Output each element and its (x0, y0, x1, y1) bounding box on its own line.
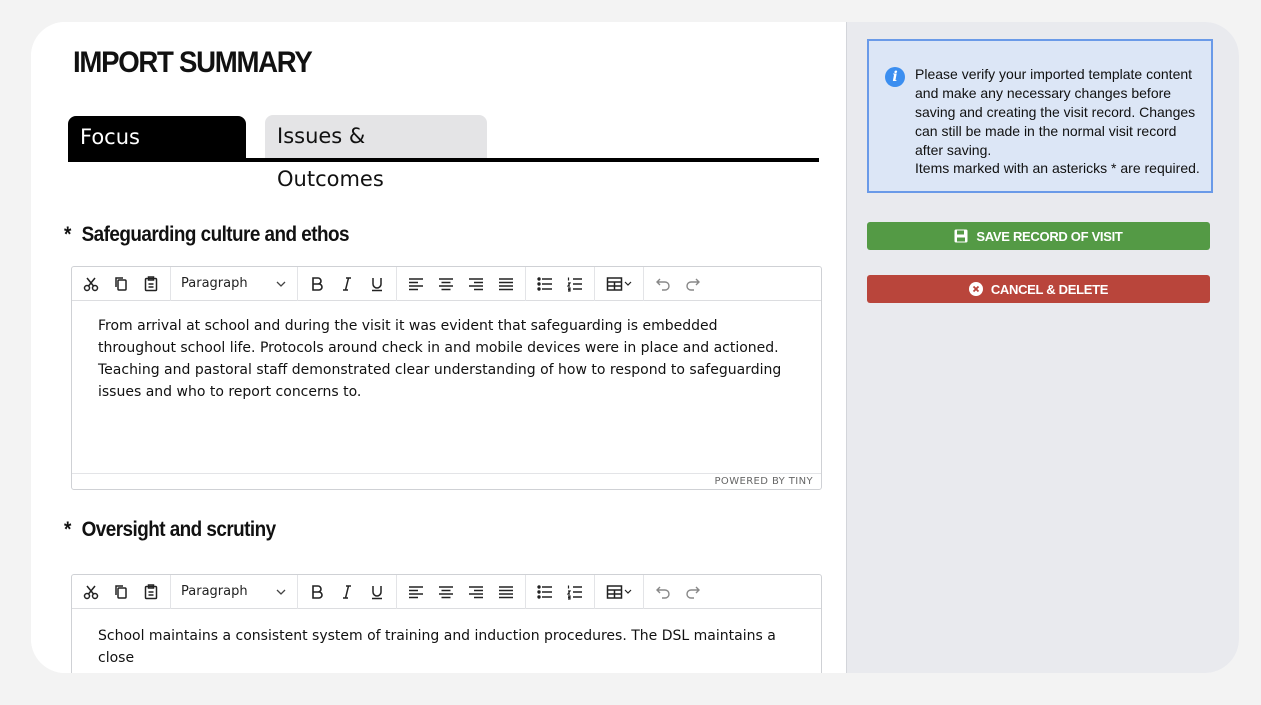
chevron-down-icon (276, 589, 286, 595)
section-label: Oversight and scrutiny (81, 518, 277, 541)
list-group (526, 574, 595, 609)
copy-icon[interactable] (106, 578, 136, 606)
tab-issues-outcomes[interactable]: Issues & Outcomes (265, 115, 487, 191)
sidebar-panel: i Please verify your imported template c… (846, 22, 1239, 673)
redo-icon[interactable] (678, 578, 708, 606)
redo-icon[interactable] (678, 270, 708, 298)
undo-icon[interactable] (648, 270, 678, 298)
rich-text-editor-safeguarding: Paragraph From arrival at school and dur… (71, 266, 822, 490)
import-summary-card: IMPORT SUMMARY Focus Sections Issues & O… (31, 22, 1239, 673)
main-panel: IMPORT SUMMARY Focus Sections Issues & O… (31, 22, 846, 673)
history-group (644, 575, 712, 609)
floppy-disk-icon (954, 229, 968, 243)
align-left-icon[interactable] (401, 578, 431, 606)
table-icon[interactable] (599, 578, 639, 606)
bullet-list-icon[interactable] (530, 270, 560, 298)
section-label: Safeguarding culture and ethos (81, 223, 350, 246)
cancel-delete-button[interactable]: CANCEL & DELETE (867, 275, 1210, 303)
rich-text-editor-oversight: Paragraph School maintains a consistent … (71, 574, 822, 673)
italic-icon[interactable] (332, 270, 362, 298)
align-group (397, 266, 526, 301)
info-text: Please verify your imported template con… (915, 66, 1196, 158)
clipboard-group (72, 266, 171, 301)
italic-icon[interactable] (332, 578, 362, 606)
cancel-delete-label: CANCEL & DELETE (990, 281, 1109, 297)
cut-icon[interactable] (76, 578, 106, 606)
block-format-select[interactable]: Paragraph (175, 578, 293, 606)
editor-content-oversight[interactable]: School maintains a consistent system of … (72, 609, 821, 673)
undo-icon[interactable] (648, 578, 678, 606)
clipboard-group (72, 574, 171, 609)
bold-icon[interactable] (302, 270, 332, 298)
style-group (298, 574, 397, 609)
required-marker: * (64, 518, 71, 541)
editor-content-safeguarding[interactable]: From arrival at school and during the vi… (72, 301, 821, 417)
block-format-value: Paragraph (181, 584, 248, 599)
save-record-button[interactable]: SAVE RECORD OF VISIT (867, 222, 1210, 250)
format-group: Paragraph (171, 266, 298, 301)
block-format-select[interactable]: Paragraph (175, 270, 293, 298)
align-left-icon[interactable] (401, 270, 431, 298)
align-center-icon[interactable] (431, 578, 461, 606)
style-group (298, 266, 397, 301)
history-group (644, 267, 712, 301)
paste-icon[interactable] (136, 270, 166, 298)
copy-icon[interactable] (106, 270, 136, 298)
editor-toolbar: Paragraph (72, 574, 821, 609)
bullet-list-icon[interactable] (530, 578, 560, 606)
align-group (397, 574, 526, 609)
page-title: IMPORT SUMMARY (73, 46, 313, 79)
align-right-icon[interactable] (461, 578, 491, 606)
info-icon: i (885, 67, 905, 87)
tab-bar: Focus Sections Issues & Outcomes (68, 115, 819, 192)
format-group: Paragraph (171, 574, 298, 609)
required-note: Items marked with an astericks * are req… (915, 160, 1200, 176)
editor-toolbar: Paragraph (72, 266, 821, 301)
section-title-safeguarding: * Safeguarding culture and ethos (64, 223, 350, 247)
underline-icon[interactable] (362, 578, 392, 606)
list-group (526, 266, 595, 301)
editor-statusbar: POWERED BY TINY (72, 473, 821, 489)
tab-focus-sections[interactable]: Focus Sections (68, 116, 246, 192)
section-title-oversight: * Oversight and scrutiny (64, 518, 276, 542)
cut-icon[interactable] (76, 270, 106, 298)
chevron-down-icon (276, 281, 286, 287)
required-marker: * (64, 223, 71, 246)
block-format-value: Paragraph (181, 276, 248, 291)
numbered-list-icon[interactable] (560, 270, 590, 298)
info-box: i Please verify your imported template c… (867, 39, 1213, 193)
table-group (595, 266, 644, 301)
paste-icon[interactable] (136, 578, 166, 606)
bold-icon[interactable] (302, 578, 332, 606)
align-right-icon[interactable] (461, 270, 491, 298)
table-icon[interactable] (599, 270, 639, 298)
numbered-list-icon[interactable] (560, 578, 590, 606)
table-group (595, 574, 644, 609)
underline-icon[interactable] (362, 270, 392, 298)
align-justify-icon[interactable] (491, 578, 521, 606)
close-circle-icon (968, 282, 983, 296)
save-record-label: SAVE RECORD OF VISIT (976, 228, 1123, 244)
align-justify-icon[interactable] (491, 270, 521, 298)
align-center-icon[interactable] (431, 270, 461, 298)
